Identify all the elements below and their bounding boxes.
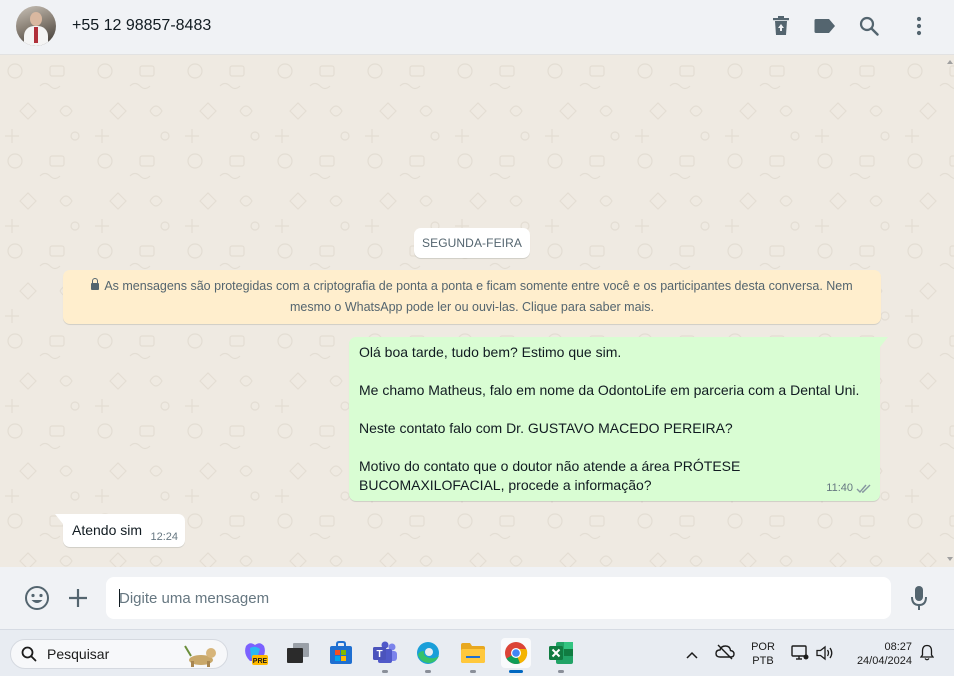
taskbar-search-placeholder: Pesquisar [47, 646, 110, 662]
copilot-app-icon[interactable]: PRE [240, 638, 270, 668]
task-view-icon[interactable] [283, 638, 313, 668]
message-meta: 11:40 [826, 479, 872, 498]
microphone-icon[interactable] [906, 585, 932, 611]
outgoing-message[interactable]: Olá boa tarde, tudo bem? Estimo que sim.… [349, 337, 888, 501]
notification-bell-icon[interactable] [919, 644, 935, 666]
search-icon [21, 646, 37, 662]
microsoft-store-icon[interactable] [326, 638, 356, 668]
svg-text:T: T [376, 649, 382, 660]
encryption-notice[interactable]: As mensagens são protegidas com a cripto… [63, 270, 881, 324]
search-icon[interactable] [857, 14, 881, 38]
message-input[interactable] [106, 577, 891, 619]
search-highlight-dog-icon [184, 645, 216, 667]
system-clock[interactable]: 08:27 24/04/2024 [846, 640, 916, 668]
chrome-browser-icon[interactable] [501, 638, 531, 673]
day-separator: SEGUNDA-FEIRA [414, 228, 530, 258]
menu-dots-icon[interactable] [907, 14, 931, 38]
incoming-message[interactable]: Atendo sim 12:24 [55, 514, 185, 547]
lock-icon [91, 278, 100, 291]
tray-overflow-chevron-icon[interactable] [685, 647, 699, 665]
teams-app-icon[interactable]: T [370, 638, 400, 673]
scroll-down-arrow[interactable] [947, 557, 953, 561]
network-icon[interactable] [791, 645, 809, 666]
contact-avatar[interactable] [16, 6, 56, 46]
encryption-notice-text: As mensagens são protegidas com a cripto… [104, 279, 853, 314]
message-time: 11:40 [826, 482, 853, 494]
text-caret [119, 589, 120, 607]
taskbar-search[interactable]: Pesquisar [10, 639, 228, 669]
emoji-icon[interactable] [24, 585, 50, 611]
message-time: 12:24 [150, 531, 178, 543]
message-text: Olá boa tarde, tudo bem? Estimo que sim.… [359, 344, 860, 493]
onedrive-offline-icon[interactable] [715, 644, 735, 665]
excel-app-icon[interactable] [546, 638, 576, 673]
windows-taskbar: Pesquisar PRE T POR PTB 08:27 24/04/2024 [0, 629, 954, 676]
contact-name[interactable]: +55 12 98857-8483 [72, 17, 211, 35]
input-language-indicator[interactable]: POR PTB [749, 640, 777, 668]
double-check-icon [856, 484, 871, 494]
scroll-up-arrow[interactable] [947, 60, 953, 64]
volume-icon[interactable] [816, 645, 834, 666]
label-icon[interactable] [813, 14, 837, 38]
copilot-badge: PRE [253, 658, 268, 665]
file-explorer-icon[interactable] [458, 638, 488, 673]
edge-browser-icon[interactable] [413, 638, 443, 673]
chat-header: +55 12 98857-8483 [0, 0, 954, 55]
message-text: Atendo sim [72, 522, 143, 538]
attach-plus-icon[interactable] [65, 585, 91, 611]
trash-icon[interactable] [769, 14, 793, 38]
